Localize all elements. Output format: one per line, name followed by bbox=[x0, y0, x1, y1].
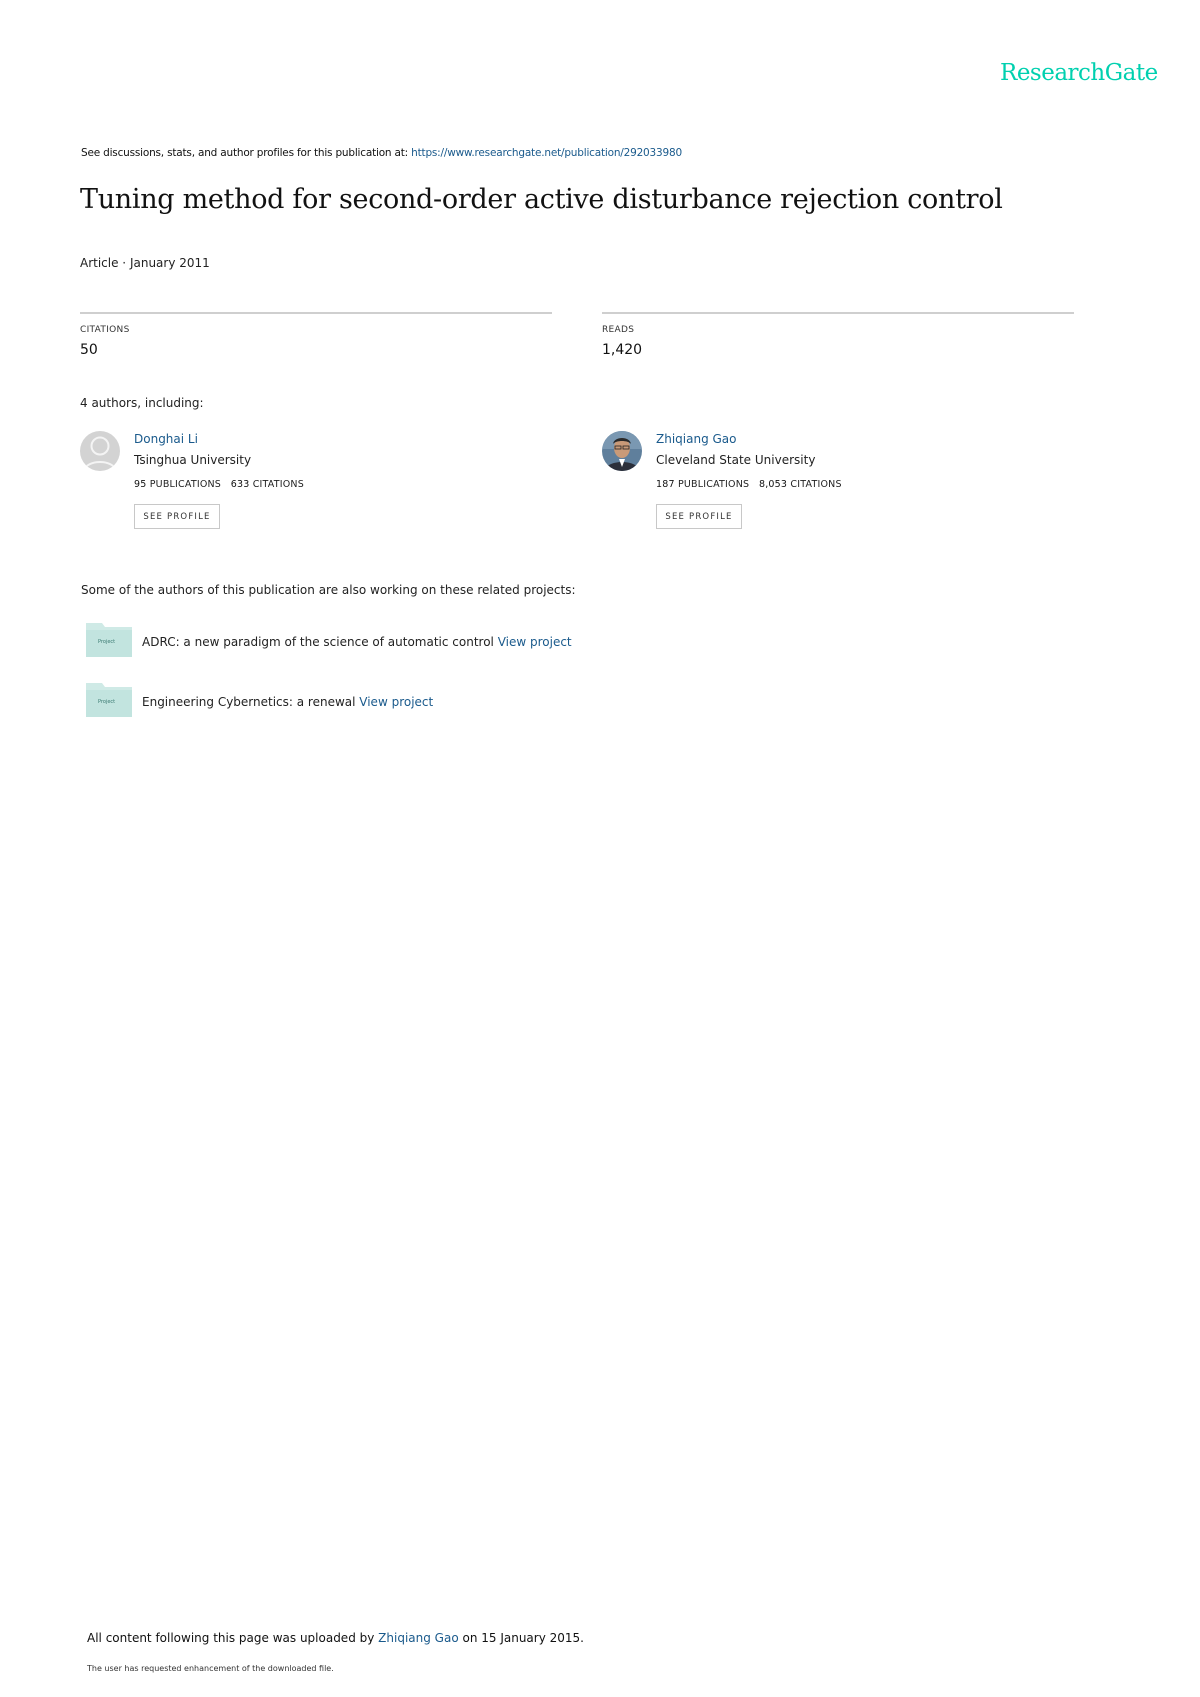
publication-meta: Article · January 2011 bbox=[80, 256, 210, 270]
project-folder-icon: Project bbox=[86, 681, 132, 717]
user-silhouette-icon bbox=[80, 431, 120, 471]
upload-prefix: All content following this page was uplo… bbox=[87, 1631, 379, 1645]
citations-label: CITATIONS bbox=[80, 325, 130, 335]
author-avatar-photo[interactable] bbox=[602, 431, 642, 471]
citations-divider bbox=[80, 312, 552, 314]
discussion-text: See discussions, stats, and author profi… bbox=[81, 147, 412, 159]
upload-notice: All content following this page was uplo… bbox=[87, 1631, 584, 1645]
folder-label: Project bbox=[98, 699, 116, 705]
author-photo-icon bbox=[602, 431, 642, 471]
folder-label: Project bbox=[98, 639, 116, 645]
citations-label: CITATIONS bbox=[252, 479, 304, 490]
publications-label: PUBLICATIONS bbox=[677, 479, 750, 490]
publication-title: Tuning method for second-order active di… bbox=[80, 184, 1003, 215]
publication-url-link[interactable]: https://www.researchgate.net/publication… bbox=[411, 147, 682, 159]
author-stats: 95 PUBLICATIONS 633 CITATIONS bbox=[134, 479, 304, 490]
reads-value: 1,420 bbox=[602, 342, 643, 358]
author-citations-count: 633 bbox=[230, 479, 250, 490]
discussion-line: See discussions, stats, and author profi… bbox=[81, 147, 682, 159]
author-citations-count: 8,053 bbox=[758, 479, 788, 490]
publications-label: PUBLICATIONS bbox=[149, 479, 222, 490]
project-title: Engineering Cybernetics: a renewal bbox=[142, 695, 360, 709]
enhancement-note: The user has requested enhancement of th… bbox=[87, 1664, 334, 1673]
reads-label: READS bbox=[602, 325, 635, 335]
uploader-link[interactable]: Zhiqiang Gao bbox=[378, 1631, 459, 1645]
researchgate-logo: ResearchGate bbox=[1000, 60, 1158, 86]
project-folder-icon: Project bbox=[86, 621, 132, 657]
author-stats: 187 PUBLICATIONS 8,053 CITATIONS bbox=[656, 479, 842, 490]
citations-value: 50 bbox=[80, 342, 98, 358]
see-profile-button[interactable]: SEE PROFILE bbox=[134, 504, 220, 529]
author-avatar-placeholder[interactable] bbox=[80, 431, 120, 471]
citations-label: CITATIONS bbox=[790, 479, 842, 490]
author-publications-count: 95 bbox=[134, 479, 147, 490]
author-institution: Cleveland State University bbox=[656, 453, 816, 467]
see-profile-button[interactable]: SEE PROFILE bbox=[656, 504, 742, 529]
author-institution: Tsinghua University bbox=[134, 453, 252, 467]
upload-suffix: on 15 January 2015. bbox=[458, 1631, 584, 1645]
author-name-link[interactable]: Zhiqiang Gao bbox=[656, 432, 737, 446]
projects-intro: Some of the authors of this publication … bbox=[81, 583, 576, 597]
author-name-link[interactable]: Donghai Li bbox=[134, 432, 198, 446]
project-item: ADRC: a new paradigm of the science of a… bbox=[142, 635, 572, 649]
reads-divider bbox=[602, 312, 1074, 314]
view-project-link[interactable]: View project bbox=[359, 695, 433, 709]
project-item: Engineering Cybernetics: a renewal View … bbox=[142, 695, 433, 709]
view-project-link[interactable]: View project bbox=[498, 635, 572, 649]
authors-intro: 4 authors, including: bbox=[80, 396, 204, 410]
author-publications-count: 187 bbox=[656, 479, 675, 490]
project-title: ADRC: a new paradigm of the science of a… bbox=[142, 635, 498, 649]
